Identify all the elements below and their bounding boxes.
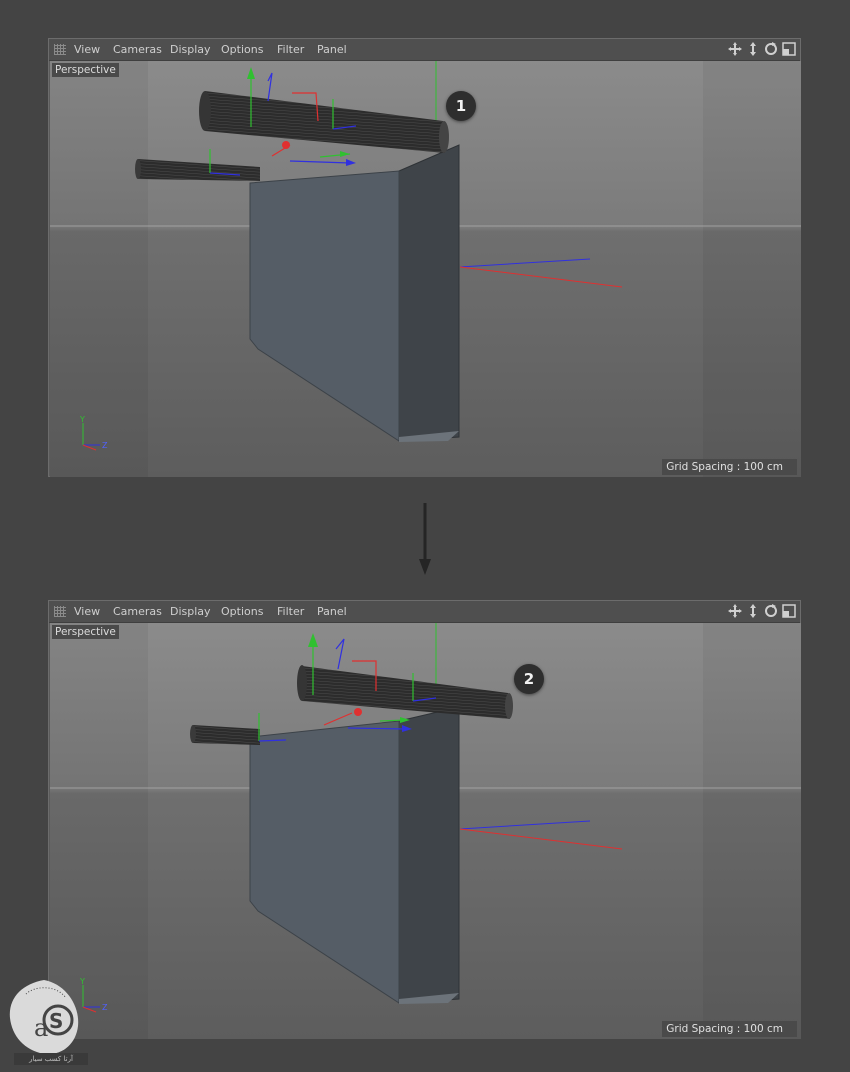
cylinder-front bbox=[199, 91, 449, 153]
svg-text:a: a bbox=[34, 1014, 48, 1042]
grid-spacing-label: Grid Spacing : 100 cm bbox=[662, 459, 797, 475]
cylinder-back bbox=[135, 159, 260, 181]
viewport-canvas[interactable]: Y Z Perspective Grid Spacing : 100 cm bbox=[50, 623, 801, 1039]
box-side bbox=[398, 706, 460, 1004]
menu-cameras[interactable]: Cameras bbox=[113, 605, 162, 618]
menu-options[interactable]: Options bbox=[221, 43, 263, 56]
navigation-icons bbox=[727, 41, 797, 59]
arrow-down-icon bbox=[419, 503, 431, 575]
axis-y-label: Y bbox=[79, 415, 85, 424]
svg-text:S: S bbox=[49, 1009, 63, 1033]
zoom-icon[interactable] bbox=[745, 41, 761, 57]
cylinder-front bbox=[297, 665, 513, 719]
maximize-icon[interactable] bbox=[781, 41, 797, 57]
viewport-menubar: View Cameras Display Options Filter Pane… bbox=[49, 601, 800, 623]
zoom-icon[interactable] bbox=[745, 603, 761, 619]
menu-filter[interactable]: Filter bbox=[277, 43, 304, 56]
menu-options[interactable]: Options bbox=[221, 605, 263, 618]
menu-view[interactable]: View bbox=[74, 605, 100, 618]
scene-render: Y Z bbox=[50, 623, 801, 1039]
move-icon[interactable] bbox=[727, 603, 743, 619]
rotate-icon[interactable] bbox=[763, 603, 779, 619]
viewport-canvas[interactable]: Y Z Perspective Grid Spacing : 100 cm bbox=[50, 61, 801, 477]
move-icon[interactable] bbox=[727, 41, 743, 57]
box-front bbox=[249, 720, 400, 1004]
scene-render: Y Z bbox=[50, 61, 801, 477]
axis-z-label: Z bbox=[102, 1003, 108, 1012]
menu-panel[interactable]: Panel bbox=[317, 43, 347, 56]
menu-display[interactable]: Display bbox=[170, 43, 211, 56]
rotate-icon[interactable] bbox=[763, 41, 779, 57]
menu-filter[interactable]: Filter bbox=[277, 605, 304, 618]
panel-grip-icon[interactable] bbox=[54, 44, 66, 55]
cylinder-back bbox=[190, 725, 260, 745]
step-badge: 2 bbox=[514, 664, 544, 694]
viewport-menubar: View Cameras Display Options Filter Pane… bbox=[49, 39, 800, 61]
menu-view[interactable]: View bbox=[74, 43, 100, 56]
camera-label[interactable]: Perspective bbox=[52, 63, 119, 77]
grid-spacing-label: Grid Spacing : 100 cm bbox=[662, 1021, 797, 1037]
viewport-bottom[interactable]: View Cameras Display Options Filter Pane… bbox=[48, 600, 801, 1039]
maximize-icon[interactable] bbox=[781, 603, 797, 619]
box-front bbox=[249, 170, 400, 442]
box-side bbox=[398, 144, 460, 442]
navigation-icons bbox=[727, 603, 797, 621]
watermark-text: آرتا کسب سیار bbox=[14, 1053, 88, 1065]
menu-display[interactable]: Display bbox=[170, 605, 211, 618]
viewport-top[interactable]: View Cameras Display Options Filter Pane… bbox=[48, 38, 801, 477]
axis-z-label: Z bbox=[102, 441, 108, 450]
step-badge: 1 bbox=[446, 91, 476, 121]
menu-panel[interactable]: Panel bbox=[317, 605, 347, 618]
menu-cameras[interactable]: Cameras bbox=[113, 43, 162, 56]
panel-grip-icon[interactable] bbox=[54, 606, 66, 617]
camera-label[interactable]: Perspective bbox=[52, 625, 119, 639]
